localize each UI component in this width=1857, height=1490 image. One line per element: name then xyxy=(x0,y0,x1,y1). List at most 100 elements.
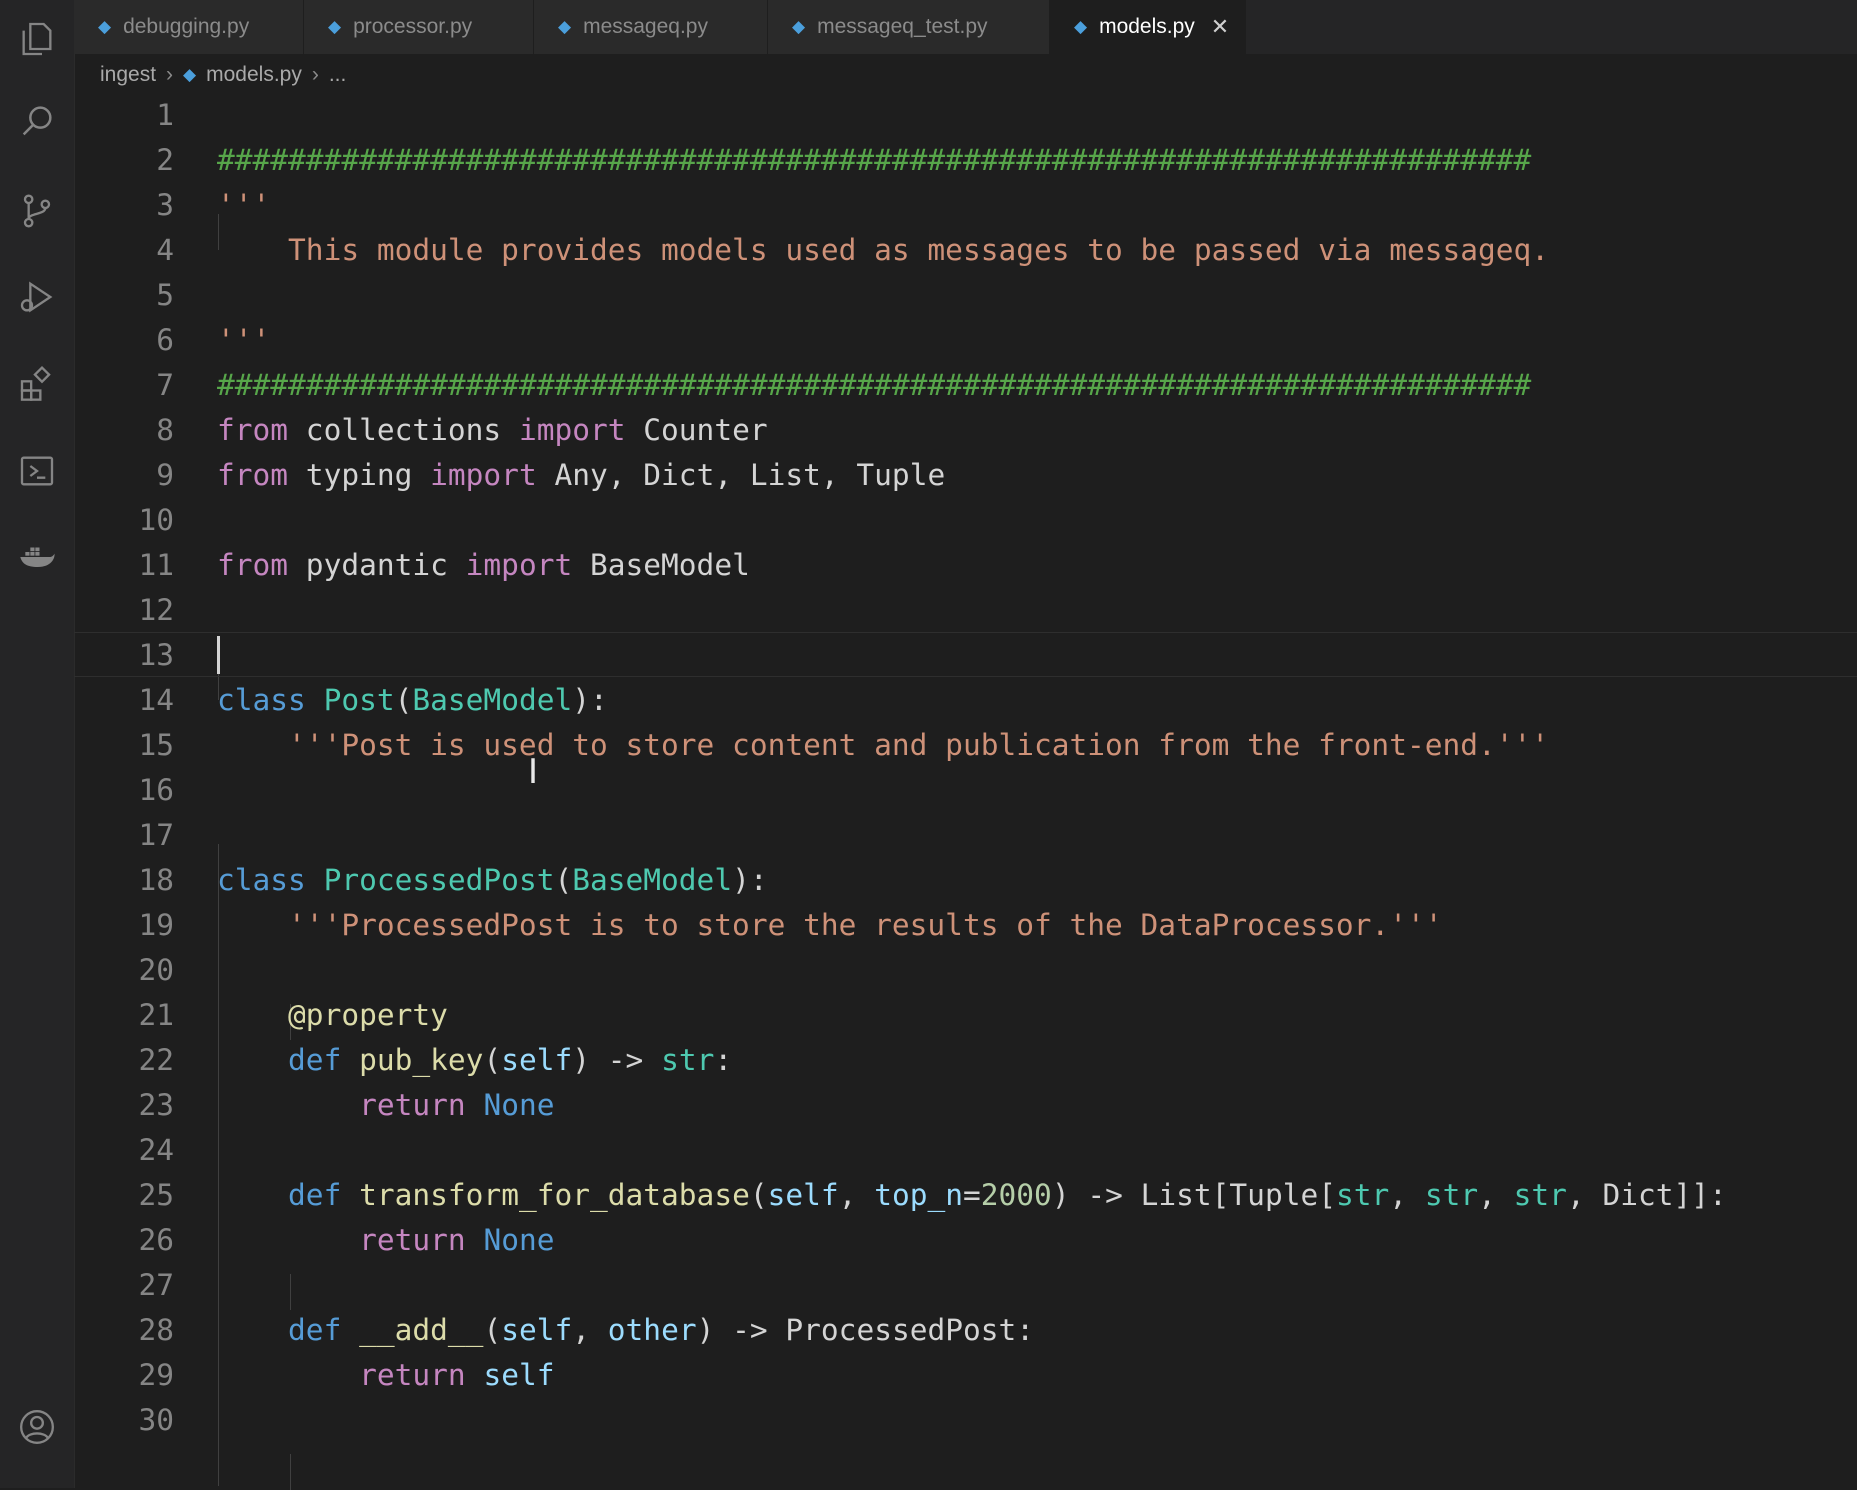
line-number: 15 xyxy=(138,727,174,762)
line-number: 17 xyxy=(138,817,174,852)
line-number: 14 xyxy=(138,682,174,717)
tab-label: models.py xyxy=(1099,15,1195,38)
line-number: 13 xyxy=(138,637,174,672)
code-line[interactable]: 6 ''' xyxy=(74,317,1857,362)
code-line[interactable]: 10 xyxy=(74,497,1857,542)
code-line[interactable]: 28 def __add__(self, other) -> Processed… xyxy=(74,1307,1857,1352)
code-text: This module provides models used as mess… xyxy=(217,232,1550,267)
breadcrumb-more[interactable]: ... xyxy=(329,63,347,87)
code-text: '''ProcessedPost is to store the results… xyxy=(288,907,1443,942)
code-line[interactable]: 16 xyxy=(74,767,1857,812)
code-line[interactable]: 26 return None xyxy=(74,1217,1857,1262)
close-icon[interactable]: ✕ xyxy=(1211,14,1229,40)
code-line[interactable]: 5 xyxy=(74,272,1857,317)
search-icon[interactable] xyxy=(10,94,64,148)
code-line[interactable]: 21 @property xyxy=(74,992,1857,1037)
code-line[interactable]: 13 xyxy=(74,632,1857,677)
code-text: class Post(BaseModel): xyxy=(217,682,608,717)
code-line[interactable]: 19 '''ProcessedPost is to store the resu… xyxy=(74,902,1857,947)
tab-label: debugging.py xyxy=(123,15,250,38)
line-number: 26 xyxy=(138,1222,174,1257)
tab-label: messageq_test.py xyxy=(817,15,988,38)
text-caret xyxy=(217,635,220,674)
breadcrumb: ingest › ◆ models.py › ... xyxy=(100,58,346,92)
line-number: 2 xyxy=(156,142,174,177)
python-file-icon: ◆ xyxy=(98,17,112,36)
account-icon[interactable] xyxy=(10,1400,64,1454)
tab-bar: ◆ debugging.py ◆ processor.py ◆ messageq… xyxy=(74,0,1857,54)
line-number: 8 xyxy=(156,412,174,447)
code-editor[interactable]: 1 2 ######################################… xyxy=(74,92,1857,1490)
docker-icon[interactable] xyxy=(10,530,64,584)
tab-messageq[interactable]: ◆ messageq.py xyxy=(534,0,768,54)
remote-explorer-icon[interactable] xyxy=(10,444,64,498)
source-control-icon[interactable] xyxy=(10,184,64,238)
code-line[interactable]: 1 xyxy=(74,92,1857,137)
code-text: return None xyxy=(359,1222,555,1257)
code-line[interactable]: 2 #######################################… xyxy=(74,137,1857,182)
code-line[interactable]: 24 xyxy=(74,1127,1857,1172)
python-file-icon: ◆ xyxy=(558,17,572,36)
code-line[interactable]: 14 class Post(BaseModel): xyxy=(74,677,1857,722)
code-line[interactable]: 12 xyxy=(74,587,1857,632)
code-text: def pub_key(self) -> str: xyxy=(288,1042,733,1077)
indent-guide xyxy=(290,1454,291,1490)
code-line[interactable]: 18 class ProcessedPost(BaseModel): xyxy=(74,857,1857,902)
activity-bar xyxy=(0,0,75,1488)
code-text: ''' xyxy=(217,322,271,357)
code-line[interactable]: 23 return None xyxy=(74,1082,1857,1127)
line-number: 21 xyxy=(138,997,174,1032)
code-text: def __add__(self, other) -> ProcessedPos… xyxy=(288,1312,1035,1347)
tab-messageq-test[interactable]: ◆ messageq_test.py xyxy=(768,0,1050,54)
tab-debugging[interactable]: ◆ debugging.py xyxy=(74,0,304,54)
code-text: from collections import Counter xyxy=(217,412,768,447)
breadcrumb-file[interactable]: models.py xyxy=(206,63,302,87)
line-number: 1 xyxy=(156,97,174,132)
code-line[interactable]: 25 def transform_for_database(self, top_… xyxy=(74,1172,1857,1217)
line-number: 25 xyxy=(138,1177,174,1212)
code-line[interactable]: 30 xyxy=(74,1397,1857,1442)
code-line[interactable]: 27 xyxy=(74,1262,1857,1307)
line-number: 19 xyxy=(138,907,174,942)
extensions-icon[interactable] xyxy=(10,356,64,410)
tab-models[interactable]: ◆ models.py ✕ xyxy=(1050,0,1246,54)
line-number: 27 xyxy=(138,1267,174,1302)
line-number: 12 xyxy=(138,592,174,627)
line-number: 20 xyxy=(138,952,174,987)
breadcrumb-folder[interactable]: ingest xyxy=(100,63,156,87)
line-number: 7 xyxy=(156,367,174,402)
code-text: '''Post is used to store content and pub… xyxy=(288,727,1550,762)
code-text: return None xyxy=(359,1087,555,1122)
code-line[interactable]: 15 '''Post is used to store content and … xyxy=(74,722,1857,767)
code-line[interactable]: 3 ''' xyxy=(74,182,1857,227)
code-line[interactable]: 7 #######################################… xyxy=(74,362,1857,407)
code-text: return self xyxy=(359,1357,555,1392)
code-line[interactable]: 20 xyxy=(74,947,1857,992)
explorer-icon[interactable] xyxy=(10,12,64,66)
tab-processor[interactable]: ◆ processor.py xyxy=(304,0,534,54)
line-number: 24 xyxy=(138,1132,174,1167)
line-number: 28 xyxy=(138,1312,174,1347)
code-line[interactable]: 11 from pydantic import BaseModel xyxy=(74,542,1857,587)
code-line[interactable]: 9 from typing import Any, Dict, List, Tup… xyxy=(74,452,1857,497)
code-text: ''' xyxy=(217,187,271,222)
code-line[interactable]: 8 from collections import Counter xyxy=(74,407,1857,452)
python-file-icon: ◆ xyxy=(792,17,806,36)
line-number: 9 xyxy=(156,457,174,492)
code-line[interactable]: 29 return self xyxy=(74,1352,1857,1397)
code-text: @property xyxy=(288,997,448,1032)
line-number: 16 xyxy=(138,772,174,807)
chevron-right-icon: › xyxy=(311,63,319,86)
line-number: 6 xyxy=(156,322,174,357)
code-line[interactable]: 17 xyxy=(74,812,1857,857)
line-number: 5 xyxy=(156,277,174,312)
line-number: 18 xyxy=(138,862,174,897)
code-line[interactable]: 4 This module provides models used as me… xyxy=(74,227,1857,272)
line-number: 11 xyxy=(138,547,174,582)
code-text: class ProcessedPost(BaseModel): xyxy=(217,862,768,897)
code-text: from pydantic import BaseModel xyxy=(217,547,750,582)
code-text: def transform_for_database(self, top_n=2… xyxy=(288,1177,1727,1212)
code-line[interactable]: 22 def pub_key(self) -> str: xyxy=(74,1037,1857,1082)
line-number: 4 xyxy=(156,232,174,267)
run-debug-icon[interactable] xyxy=(10,270,64,324)
